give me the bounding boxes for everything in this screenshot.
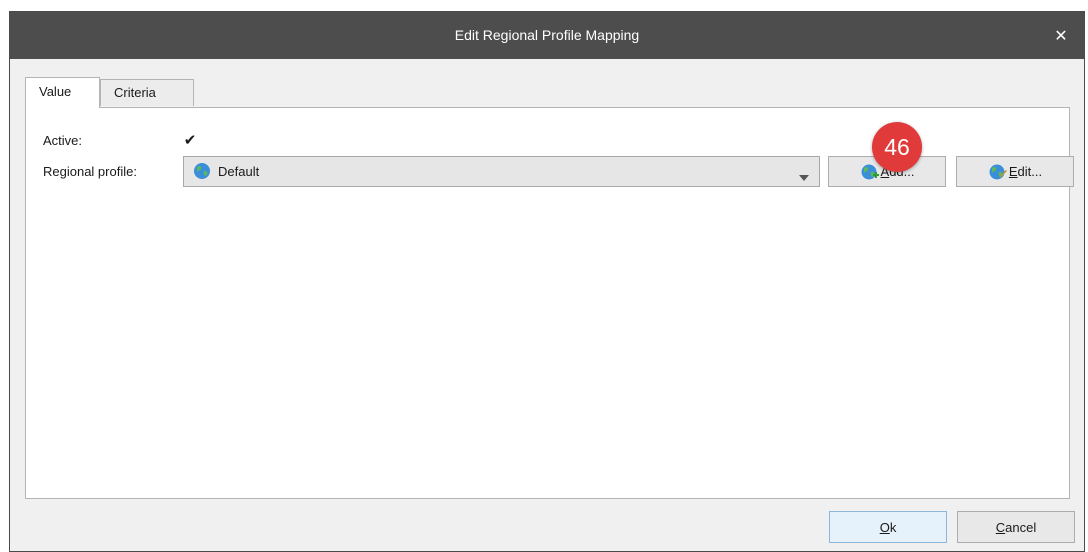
regional-profile-label: Regional profile: bbox=[43, 164, 137, 179]
ok-button-mnemonic: O bbox=[879, 519, 890, 535]
cancel-button-mnemonic: C bbox=[995, 519, 1006, 535]
regional-profile-select[interactable]: Default bbox=[183, 156, 820, 187]
edit-button-mnemonic: E bbox=[1008, 164, 1018, 179]
cancel-button-label: ancel bbox=[1005, 519, 1037, 535]
regional-profile-value: Default bbox=[218, 164, 260, 179]
dialog-window: Edit Regional Profile Mapping ✕ Value Cr… bbox=[9, 11, 1085, 552]
edit-button-label: dit... bbox=[1017, 164, 1043, 179]
cancel-button[interactable]: Cancel bbox=[957, 511, 1075, 543]
active-label: Active: bbox=[43, 133, 83, 148]
active-checkbox[interactable]: ✔ bbox=[182, 132, 198, 149]
tab-value[interactable]: Value bbox=[25, 77, 100, 108]
close-icon: ✕ bbox=[1054, 27, 1068, 45]
edit-profile-button[interactable]: Edit... bbox=[956, 156, 1074, 187]
tab-criteria[interactable]: Criteria bbox=[100, 79, 194, 106]
dialog-title: Edit Regional Profile Mapping bbox=[454, 27, 640, 43]
chevron-down-icon bbox=[799, 169, 809, 184]
globe-icon bbox=[193, 162, 211, 183]
title-bar[interactable]: Edit Regional Profile Mapping ✕ bbox=[10, 12, 1084, 59]
checkmark-icon: ✔ bbox=[183, 132, 197, 149]
globe-edit-icon bbox=[988, 163, 1008, 181]
ok-button-label: k bbox=[889, 519, 897, 535]
step-number-badge: 46 bbox=[872, 122, 922, 172]
globe-add-icon bbox=[860, 163, 880, 181]
close-button[interactable]: ✕ bbox=[1038, 12, 1084, 59]
ok-button[interactable]: Ok bbox=[829, 511, 947, 543]
